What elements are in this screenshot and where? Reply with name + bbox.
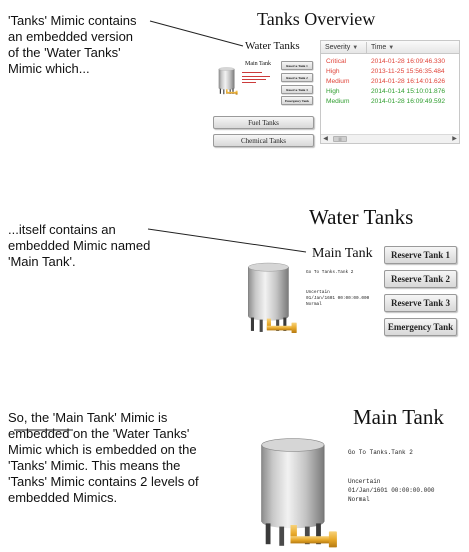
- alarm-severity: Medium: [326, 98, 350, 105]
- water-goto-link[interactable]: Go To Tanks.Tank 2: [306, 270, 353, 275]
- overview-tank-image: [218, 67, 238, 95]
- alarm-row[interactable]: Medium 2014-01-28 16:09:49.592: [321, 97, 459, 107]
- alarm-time: 2013-11-25 15:56:35.484: [371, 68, 445, 75]
- tanks-overview-title: Tanks Overview: [257, 9, 376, 29]
- sort-down-icon: ▼: [388, 45, 395, 51]
- reserve-tank-2-button[interactable]: Reserve Tank 2: [384, 270, 457, 288]
- main-goto-link[interactable]: Go To Tanks.Tank 2: [348, 449, 413, 456]
- sort-down-icon: ▼: [352, 45, 359, 51]
- main-quality-text: Uncertain: [348, 478, 381, 485]
- reserve-tank-1-button[interactable]: Reserve Tank 1: [384, 246, 457, 264]
- alarm-row[interactable]: High 2013-11-25 15:56:35.484: [321, 67, 459, 77]
- scroll-left-icon[interactable]: ◀: [321, 135, 330, 143]
- alarm-list-header: Severity ▼ Time ▼: [321, 41, 459, 54]
- water-state-text: Normal: [306, 302, 322, 307]
- overview-reserve-tank-2-button[interactable]: Reserve Tank 2: [281, 73, 313, 82]
- fuel-tanks-button[interactable]: Fuel Tanks: [213, 116, 314, 129]
- overview-reserve-tank-3-button[interactable]: Reserve Tank 3: [281, 85, 313, 94]
- overview-main-tank-title: Main Tank: [245, 61, 271, 67]
- alarm-severity: Critical: [326, 58, 347, 65]
- alarm-severity: High: [326, 68, 340, 75]
- water-tank-image: [248, 262, 297, 334]
- severity-column-header[interactable]: Severity ▼: [321, 41, 366, 54]
- overview-reserve-tank-1-button[interactable]: Reserve Tank 1: [281, 61, 313, 70]
- alarm-severity: High: [326, 88, 340, 95]
- alarm-time: 2014-01-14 15:10:01.876: [371, 88, 446, 95]
- overview-water-tanks-title: Water Tanks: [245, 40, 300, 52]
- main-tank-image: [261, 438, 338, 548]
- water-tanks-title: Water Tanks: [309, 205, 414, 229]
- reserve-tank-3-button[interactable]: Reserve Tank 3: [384, 294, 457, 312]
- water-timestamp-text: 01/Jan/1601 00:00:00.000: [306, 296, 370, 301]
- alarm-severity: Medium: [326, 78, 350, 85]
- overview-main-tank-text: [242, 72, 278, 83]
- alarm-row[interactable]: Critical 2014-01-28 16:09:46.330: [321, 57, 459, 67]
- alarm-row[interactable]: High 2014-01-14 15:10:01.876: [321, 87, 459, 97]
- water-quality-text: Uncertain: [306, 290, 330, 295]
- main-tank-title: Main Tank: [353, 405, 444, 429]
- main-timestamp-text: 01/Jan/1601 00:00:00.000: [348, 487, 435, 494]
- alarm-time: 2014-01-28 16:09:46.330: [371, 58, 446, 65]
- main-state-text: Normal: [348, 496, 370, 503]
- scrollbar-thumb[interactable]: |||: [333, 136, 347, 142]
- chemical-tanks-button[interactable]: Chemical Tanks: [213, 134, 314, 147]
- overview-emergency-tank-button[interactable]: Emergency Tank: [281, 96, 313, 105]
- water-main-tank-title: Main Tank: [312, 246, 373, 261]
- time-column-header[interactable]: Time ▼: [367, 41, 459, 54]
- alarm-list[interactable]: Severity ▼ Time ▼ Critical 2014-01-28 16:…: [320, 40, 460, 144]
- alarm-time: 2014-01-28 16:14:01.626: [371, 78, 446, 85]
- scroll-right-icon[interactable]: ▶: [450, 135, 459, 143]
- emergency-tank-button[interactable]: Emergency Tank: [384, 318, 457, 336]
- alarm-time: 2014-01-28 16:09:49.592: [371, 98, 446, 105]
- alarm-row[interactable]: Medium 2014-01-28 16:14:01.626: [321, 77, 459, 87]
- horizontal-scrollbar[interactable]: ◀ ||| ▶: [321, 134, 459, 143]
